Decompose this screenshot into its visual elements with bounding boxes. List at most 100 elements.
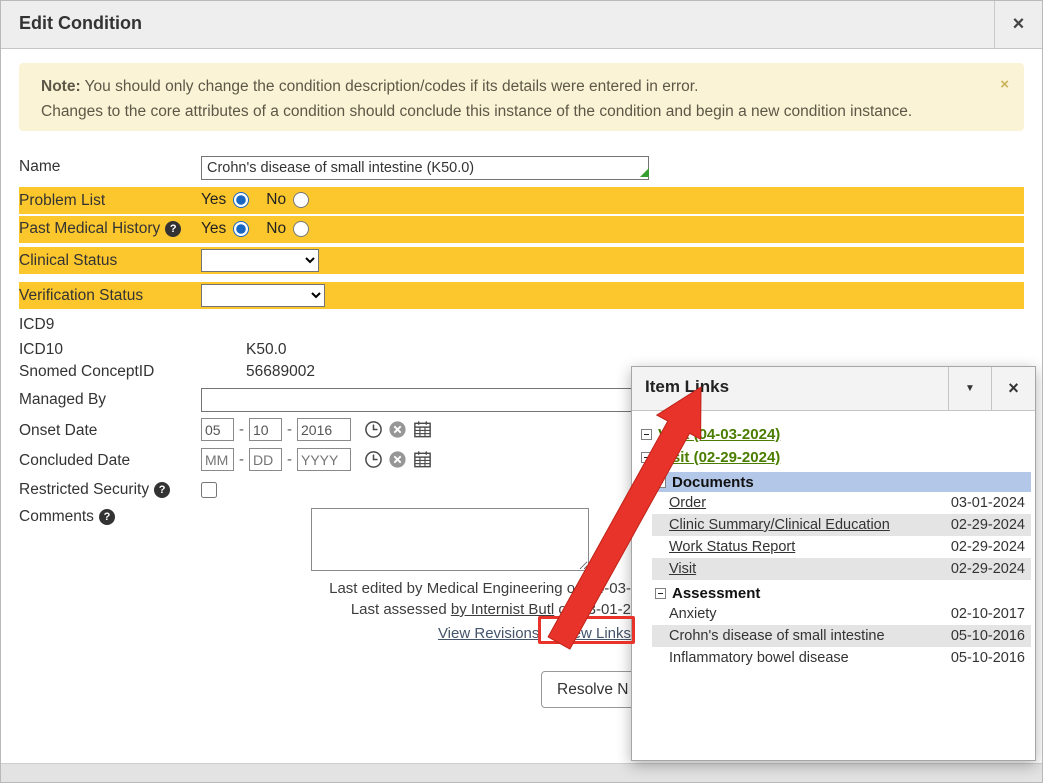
note-line1: Note: You should only change the conditi… bbox=[41, 78, 698, 96]
concluded-date-row: - - bbox=[201, 448, 433, 471]
grammar-check-marker-icon bbox=[640, 168, 649, 177]
item-date: 02-29-2024 bbox=[943, 517, 1025, 533]
item-date: 02-10-2017 bbox=[943, 606, 1025, 622]
item-row: Anxiety02-10-2017 bbox=[652, 603, 1031, 625]
problem-list-row bbox=[19, 187, 1024, 214]
concluded-day-input[interactable] bbox=[249, 448, 282, 471]
date-separator: - bbox=[239, 451, 244, 468]
concluded-date-label: Concluded Date bbox=[19, 452, 130, 470]
item-link[interactable]: Visit bbox=[669, 561, 696, 577]
collapse-minus-icon[interactable] bbox=[655, 588, 666, 599]
close-icon: × bbox=[1008, 378, 1019, 399]
past-medical-history-label-text: Past Medical History bbox=[19, 220, 160, 238]
onset-day-input[interactable] bbox=[249, 418, 282, 441]
note-prefix: Note: bbox=[41, 78, 81, 95]
date-separator: - bbox=[287, 421, 292, 438]
item-link[interactable]: Clinic Summary/Clinical Education bbox=[669, 517, 890, 533]
last-assessed-by-link[interactable]: by Internist Butl bbox=[451, 601, 554, 618]
restricted-security-label: Restricted Security ? bbox=[19, 481, 170, 499]
last-assessed-line: Last assessed by Internist Butl on 03-01… bbox=[19, 600, 631, 619]
item-row: Crohn's disease of small intestine05-10-… bbox=[652, 625, 1031, 647]
visit-link-row: Visit (04-03-2024) bbox=[638, 423, 1031, 446]
comments-label-text: Comments bbox=[19, 508, 94, 526]
clinical-status-row bbox=[19, 247, 1024, 274]
calendar-icon[interactable] bbox=[412, 449, 433, 470]
icd10-label: ICD10 bbox=[19, 341, 63, 359]
item-links-tree: Visit (04-03-2024) Visit (02-29-2024) Docu… bbox=[638, 411, 1031, 760]
name-input[interactable] bbox=[201, 156, 649, 180]
links-line: View Revisions View Links bbox=[19, 625, 631, 642]
past-medical-history-label: Past Medical History ? bbox=[19, 220, 181, 238]
dialog-titlebar: Edit Condition × bbox=[1, 1, 1042, 49]
help-icon[interactable]: ? bbox=[165, 221, 181, 237]
chevron-down-icon: ▼ bbox=[965, 383, 975, 394]
dialog-title: Edit Condition bbox=[19, 13, 142, 34]
comments-textarea[interactable] bbox=[311, 508, 589, 571]
section-title: Documents bbox=[672, 474, 754, 491]
item-link[interactable]: Work Status Report bbox=[669, 539, 795, 555]
verification-status-select[interactable] bbox=[201, 284, 325, 307]
tree-section-assessment: AssessmentAnxiety02-10-2017Crohn's disea… bbox=[652, 583, 1031, 669]
restricted-security-checkbox[interactable] bbox=[201, 482, 217, 498]
problem-list-no-radio[interactable] bbox=[293, 192, 309, 208]
snomed-label: Snomed ConceptID bbox=[19, 363, 154, 381]
pmh-yes-label: Yes bbox=[201, 220, 226, 238]
note-dismiss-button[interactable]: × bbox=[1000, 76, 1009, 93]
calendar-icon[interactable] bbox=[412, 419, 433, 440]
section-header-assessment[interactable]: Assessment bbox=[652, 583, 1031, 603]
clinical-status-select[interactable] bbox=[201, 249, 319, 272]
item-links-title: Item Links bbox=[645, 377, 729, 397]
problem-list-radio-group: Yes No bbox=[201, 191, 319, 209]
concluded-year-input[interactable] bbox=[297, 448, 351, 471]
onset-year-input[interactable] bbox=[297, 418, 351, 441]
popup-close-button[interactable]: × bbox=[991, 367, 1035, 410]
item-row: Work Status Report 02-29-2024 bbox=[652, 536, 1031, 558]
item-row: Order03-01-2024 bbox=[652, 492, 1031, 514]
note-line1-text: You should only change the condition des… bbox=[81, 78, 699, 95]
comments-label: Comments ? bbox=[19, 508, 115, 526]
clear-date-icon[interactable] bbox=[388, 450, 407, 469]
view-revisions-link[interactable]: View Revisions bbox=[438, 625, 539, 642]
clock-icon[interactable] bbox=[364, 420, 383, 439]
managed-by-input[interactable] bbox=[201, 388, 632, 412]
collapse-minus-icon[interactable] bbox=[655, 477, 666, 488]
managed-by-label: Managed By bbox=[19, 391, 106, 409]
section-header-documents[interactable]: Documents bbox=[652, 472, 1031, 492]
item-date: 02-29-2024 bbox=[943, 561, 1025, 577]
concluded-month-input[interactable] bbox=[201, 448, 234, 471]
edit-condition-dialog: Edit Condition × Note: You should only c… bbox=[0, 0, 1043, 783]
view-links-link[interactable]: View Links bbox=[560, 625, 631, 642]
help-icon[interactable]: ? bbox=[99, 509, 115, 525]
date-separator: - bbox=[287, 451, 292, 468]
name-label: Name bbox=[19, 158, 60, 176]
clock-icon[interactable] bbox=[364, 450, 383, 469]
icd9-label: ICD9 bbox=[19, 316, 54, 334]
dialog-footer-strip bbox=[1, 763, 1042, 783]
item-link[interactable]: Order bbox=[669, 495, 706, 511]
visit-link[interactable]: Visit (04-03-2024) bbox=[658, 426, 780, 443]
clear-date-icon[interactable] bbox=[388, 420, 407, 439]
status-block: Last edited by Medical Engineering on 04… bbox=[19, 579, 631, 642]
collapse-minus-icon[interactable] bbox=[641, 429, 652, 440]
tree-section-documents: DocumentsOrder03-01-2024 Clinic Summary/C… bbox=[652, 472, 1031, 580]
dialog-close-button[interactable]: × bbox=[994, 1, 1042, 48]
problem-list-no-label: No bbox=[266, 191, 286, 209]
pmh-yes-radio[interactable] bbox=[233, 221, 249, 237]
onset-date-row: - - bbox=[201, 418, 433, 441]
item-row: Visit 02-29-2024 bbox=[652, 558, 1031, 580]
collapse-minus-icon[interactable] bbox=[641, 452, 652, 463]
problem-list-label: Problem List bbox=[19, 192, 105, 210]
item-date: 02-29-2024 bbox=[943, 539, 1025, 555]
last-assessed-suffix: on 03-01-2 bbox=[554, 601, 631, 618]
problem-list-yes-radio[interactable] bbox=[233, 192, 249, 208]
popup-menu-button[interactable]: ▼ bbox=[948, 367, 991, 410]
onset-month-input[interactable] bbox=[201, 418, 234, 441]
item-row: Inflammatory bowel disease05-10-2016 bbox=[652, 647, 1031, 669]
pmh-no-label: No bbox=[266, 220, 286, 238]
help-icon[interactable]: ? bbox=[154, 482, 170, 498]
pmh-no-radio[interactable] bbox=[293, 221, 309, 237]
visit-link[interactable]: Visit (02-29-2024) bbox=[658, 449, 780, 466]
item-links-popup: Item Links ▼ × Visit (04-03-2024)Visit (… bbox=[631, 366, 1036, 761]
verification-status-row bbox=[19, 282, 1024, 309]
item-date: 05-10-2016 bbox=[943, 650, 1025, 666]
